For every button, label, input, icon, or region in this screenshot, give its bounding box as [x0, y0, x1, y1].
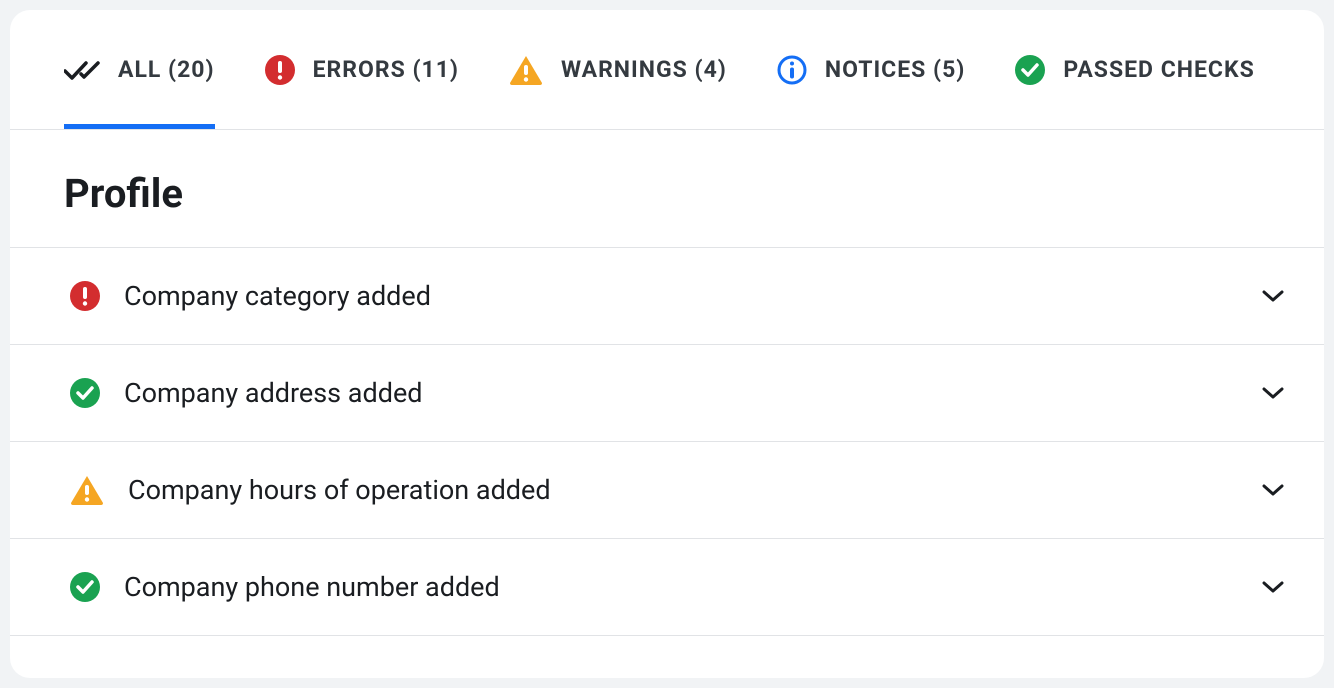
tab-notices[interactable]: NOTICES (5) [777, 10, 966, 129]
tab-warnings-label: WARNINGS (4) [561, 56, 727, 83]
checks-list: Company category added Company address a… [10, 248, 1324, 636]
section-header: Profile [10, 130, 1324, 248]
tab-errors[interactable]: ERRORS (11) [265, 10, 459, 129]
warning-icon [509, 55, 543, 85]
double-check-icon [64, 58, 100, 82]
tab-warnings[interactable]: WARNINGS (4) [509, 10, 727, 129]
card: ALL (20) ERRORS (11) WARNINGS (4) [10, 10, 1324, 678]
tab-passed[interactable]: PASSED CHECKS [1015, 10, 1254, 129]
error-icon [265, 55, 295, 85]
warning-icon [70, 475, 104, 505]
chevron-down-icon [1262, 386, 1284, 400]
check-label: Company address added [124, 377, 1262, 409]
check-item-company-phone[interactable]: Company phone number added [10, 539, 1324, 636]
tab-errors-label: ERRORS (11) [313, 56, 459, 83]
tab-all[interactable]: ALL (20) [64, 10, 215, 129]
tab-passed-label: PASSED CHECKS [1063, 56, 1254, 83]
check-label: Company phone number added [124, 571, 1262, 603]
check-item-company-hours[interactable]: Company hours of operation added [10, 442, 1324, 539]
tab-all-label: ALL (20) [118, 56, 215, 83]
check-item-company-address[interactable]: Company address added [10, 345, 1324, 442]
check-label: Company hours of operation added [128, 474, 1262, 506]
check-label: Company category added [124, 280, 1262, 312]
check-circle-icon [70, 378, 100, 408]
check-item-company-category[interactable]: Company category added [10, 248, 1324, 345]
info-icon [777, 55, 807, 85]
tabs: ALL (20) ERRORS (11) WARNINGS (4) [10, 10, 1324, 130]
chevron-down-icon [1262, 289, 1284, 303]
chevron-down-icon [1262, 483, 1284, 497]
check-circle-icon [1015, 55, 1045, 85]
error-icon [70, 281, 100, 311]
chevron-down-icon [1262, 580, 1284, 594]
section-title: Profile [10, 130, 1324, 247]
tab-notices-label: NOTICES (5) [825, 56, 966, 83]
check-circle-icon [70, 572, 100, 602]
